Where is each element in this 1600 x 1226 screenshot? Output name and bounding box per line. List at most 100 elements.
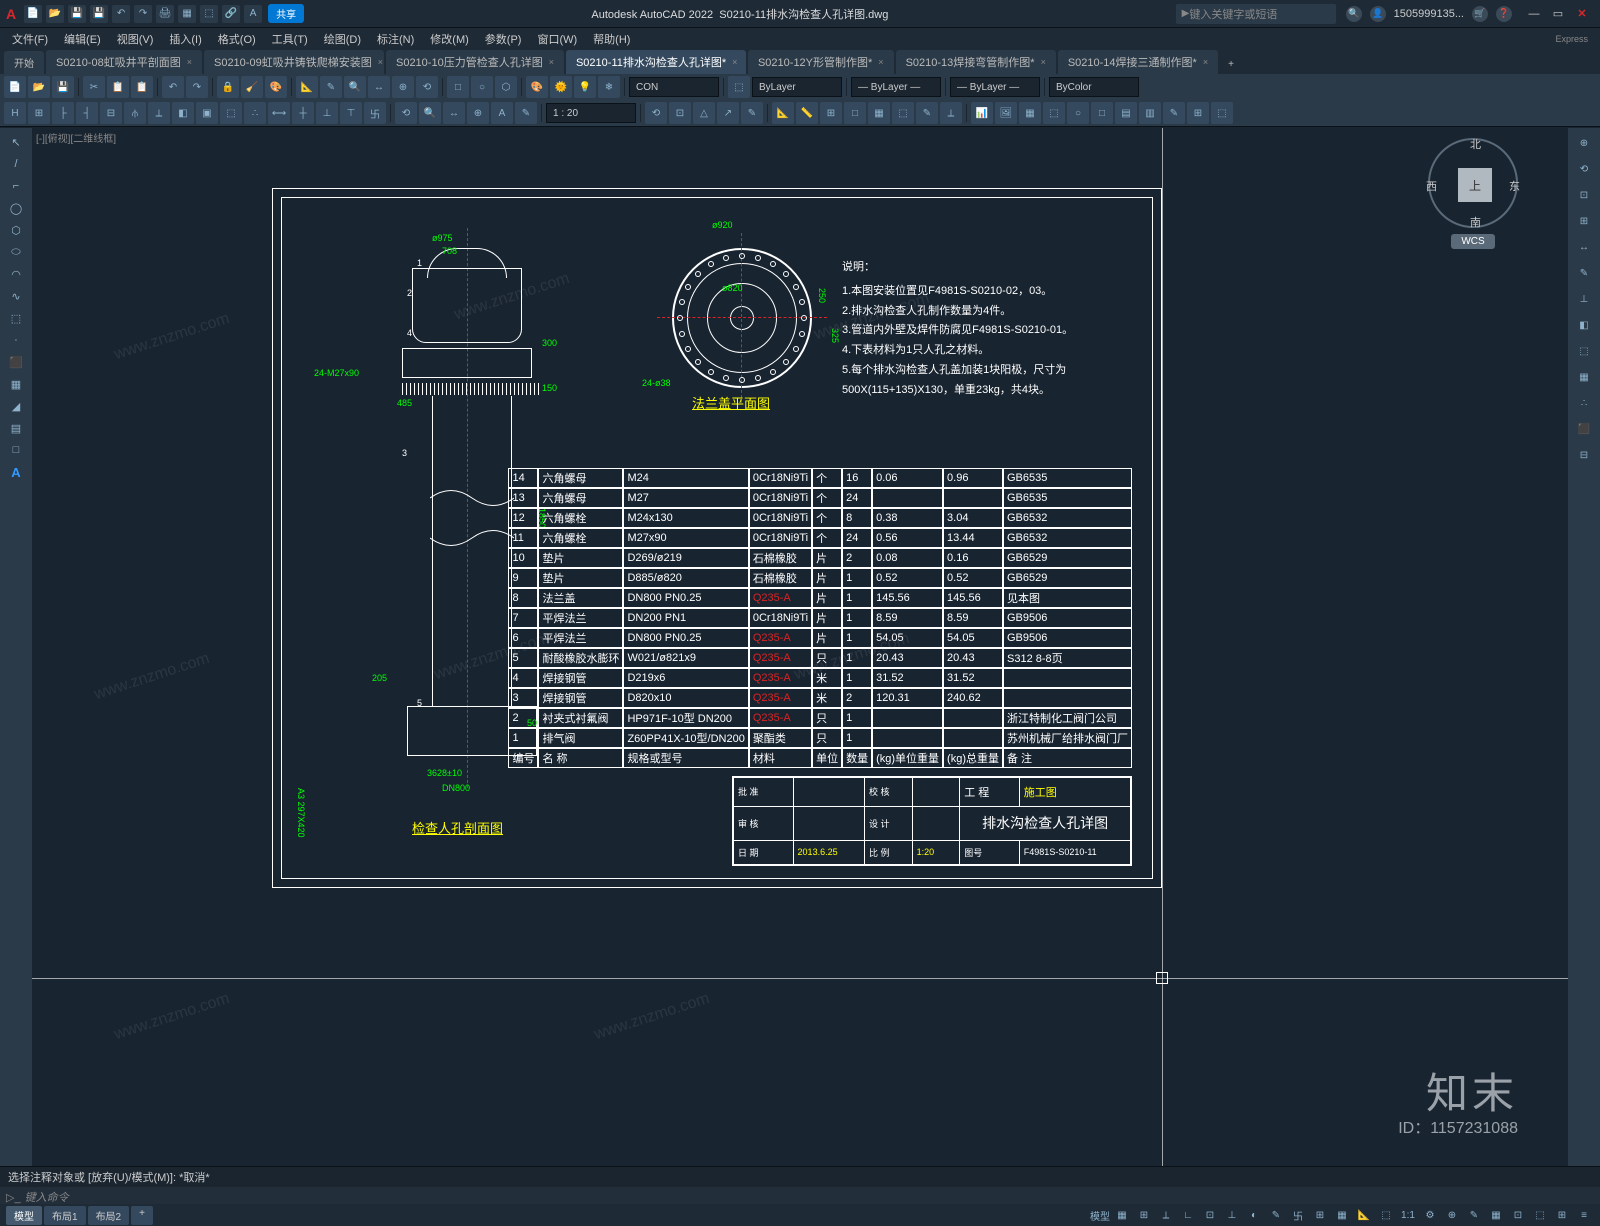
status-button[interactable]: ∟ — [1178, 1206, 1198, 1224]
start-tab[interactable]: 开始 — [4, 51, 44, 74]
qat-button[interactable]: A — [244, 5, 262, 23]
ribbon-button[interactable]: □ — [447, 76, 469, 98]
ribbon-button[interactable]: ⟲ — [645, 102, 667, 124]
minimize-button[interactable]: — — [1522, 4, 1546, 24]
qat-button[interactable]: 🔗 — [222, 5, 240, 23]
ribbon-button[interactable]: ┼ — [292, 102, 314, 124]
new-tab-button[interactable]: + — [1220, 55, 1242, 74]
status-button[interactable]: ⟂ — [1156, 1206, 1176, 1224]
ribbon-button[interactable]: ⊕ — [392, 76, 414, 98]
ribbon-button[interactable]: ↔ — [443, 102, 465, 124]
ribbon-button[interactable]: 🔍 — [419, 102, 441, 124]
menu-item[interactable]: 视图(V) — [111, 29, 160, 49]
document-tab[interactable]: S0210-13焊接弯管制作图*× — [896, 50, 1056, 74]
document-tab[interactable]: S0210-12Y形管制作图*× — [748, 50, 894, 74]
ribbon-button[interactable]: ⟷ — [268, 102, 290, 124]
wcs-label[interactable]: WCS — [1451, 234, 1494, 249]
ribbon-button[interactable]: ⬡ — [495, 76, 517, 98]
ribbon-button[interactable]: ⊡ — [669, 102, 691, 124]
status-button[interactable]: ▦ — [1112, 1206, 1132, 1224]
status-button[interactable]: ⊞ — [1552, 1206, 1572, 1224]
ribbon-button[interactable]: 📂 — [28, 76, 50, 98]
status-button[interactable]: ≡ — [1574, 1206, 1594, 1224]
ribbon-button[interactable]: 📋 — [131, 76, 153, 98]
qat-button[interactable]: ▦ — [178, 5, 196, 23]
menu-item[interactable]: 帮助(H) — [587, 29, 636, 49]
ribbon-button[interactable]: ⊞ — [820, 102, 842, 124]
ribbon-button[interactable]: ↗ — [717, 102, 739, 124]
ribbon-button[interactable]: 📏 — [796, 102, 818, 124]
tool-button[interactable]: / — [4, 154, 28, 174]
ribbon-button[interactable]: 🧹 — [241, 76, 263, 98]
close-icon[interactable]: × — [187, 57, 192, 67]
dropdown[interactable]: ByColor — [1049, 77, 1139, 97]
ribbon-button[interactable]: ↶ — [162, 76, 184, 98]
menu-item[interactable]: 插入(I) — [163, 29, 207, 49]
ribbon-button[interactable]: A — [491, 102, 513, 124]
model-tab[interactable]: 布局2 — [88, 1206, 130, 1225]
close-icon[interactable]: × — [378, 57, 383, 67]
ribbon-button[interactable]: ✂ — [83, 76, 105, 98]
ribbon-button[interactable]: ⊟ — [100, 102, 122, 124]
drawing-canvas[interactable]: [-][俯视][二维线框] 上 北 南 东 西 WCS A3 297X420 — [32, 128, 1568, 1166]
ribbon-button[interactable]: 📊 — [971, 102, 993, 124]
ribbon-button[interactable]: 💾 — [52, 76, 74, 98]
ribbon-button[interactable]: ⬚ — [220, 102, 242, 124]
ribbon-button[interactable]: ∴ — [244, 102, 266, 124]
tool-button[interactable]: ◢ — [4, 396, 28, 416]
ribbon-button[interactable]: ⊕ — [467, 102, 489, 124]
ribbon-button[interactable]: ○ — [471, 76, 493, 98]
status-button[interactable]: ⊥ — [1222, 1206, 1242, 1224]
menu-item[interactable]: 标注(N) — [371, 29, 420, 49]
nav-button[interactable]: ⬚ — [1572, 340, 1596, 362]
ribbon-button[interactable]: ⟂ — [940, 102, 962, 124]
command-input[interactable]: 键入命令 — [25, 1189, 1594, 1205]
viewcube-west[interactable]: 西 — [1426, 178, 1437, 194]
close-icon[interactable]: × — [732, 57, 737, 67]
menu-item[interactable]: 修改(M) — [424, 29, 475, 49]
close-icon[interactable]: × — [549, 57, 554, 67]
nav-button[interactable]: ⊡ — [1572, 184, 1596, 206]
menu-item[interactable]: 编辑(E) — [58, 29, 107, 49]
qat-button[interactable]: 📄 — [24, 5, 42, 23]
tool-button[interactable]: · — [4, 330, 28, 350]
document-tab[interactable]: S0210-11排水沟检查人孔详图*× — [566, 50, 746, 74]
user-icon[interactable]: 👤 — [1370, 6, 1386, 22]
status-button[interactable]: ⊕ — [1442, 1206, 1462, 1224]
ribbon-button[interactable]: ▦ — [1019, 102, 1041, 124]
menu-item[interactable]: 绘图(D) — [318, 29, 367, 49]
qat-button[interactable]: 🖨 — [156, 5, 174, 23]
ribbon-button[interactable]: ⟲ — [395, 102, 417, 124]
ribbon-button[interactable]: ✎ — [515, 102, 537, 124]
close-icon[interactable]: × — [1041, 57, 1046, 67]
tool-button[interactable]: ⌐ — [4, 176, 28, 196]
ribbon-button[interactable]: ⬚ — [892, 102, 914, 124]
nav-button[interactable]: ∴ — [1572, 392, 1596, 414]
document-tab[interactable]: S0210-14焊接三通制作图*× — [1058, 50, 1218, 74]
viewcube-north[interactable]: 北 — [1470, 136, 1481, 152]
status-button[interactable]: ◐ — [1244, 1206, 1264, 1224]
tool-button[interactable]: □ — [4, 440, 28, 460]
ribbon-button[interactable]: □ — [844, 102, 866, 124]
tool-button[interactable]: A — [4, 462, 28, 482]
dropdown[interactable]: CON — [629, 77, 719, 97]
qat-button[interactable]: 💾 — [90, 5, 108, 23]
ribbon-button[interactable]: 🎨 — [265, 76, 287, 98]
menu-item[interactable]: 工具(T) — [266, 29, 314, 49]
status-button[interactable]: ▦ — [1486, 1206, 1506, 1224]
nav-button[interactable]: ⊟ — [1572, 444, 1596, 466]
tool-button[interactable]: ▤ — [4, 418, 28, 438]
dropdown[interactable]: — ByLayer — — [851, 77, 941, 97]
ribbon-button[interactable]: ⊥ — [316, 102, 338, 124]
status-button[interactable]: 模型 — [1090, 1206, 1110, 1224]
status-button[interactable]: ⊡ — [1508, 1206, 1528, 1224]
nav-button[interactable]: ↔ — [1572, 236, 1596, 258]
ribbon-button[interactable]: ⊞ — [1187, 102, 1209, 124]
ribbon-button[interactable]: 📋 — [107, 76, 129, 98]
ribbon-button[interactable]: △ — [693, 102, 715, 124]
menu-item[interactable]: 文件(F) — [6, 29, 54, 49]
ribbon-button[interactable]: ◧ — [172, 102, 194, 124]
close-icon[interactable]: × — [878, 57, 883, 67]
view-cube[interactable]: 上 北 南 东 西 WCS — [1418, 138, 1528, 249]
ribbon-button[interactable]: 📐 — [296, 76, 318, 98]
